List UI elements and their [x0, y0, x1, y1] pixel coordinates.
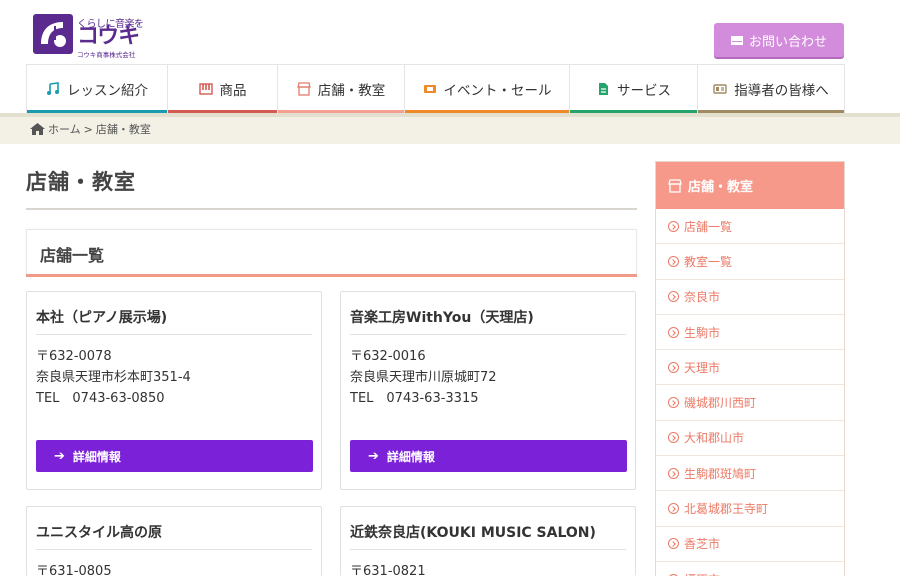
nav-label: イベント・セール: [443, 83, 552, 99]
section-title: 店舗一覧: [40, 246, 105, 265]
shop-card: 本社（ピアノ展示場) 〒632-0078 奈良県天理市杉本町351-4 TEL …: [26, 291, 322, 490]
sidebar-item[interactable]: 店舗一覧: [656, 209, 844, 245]
sidebar-item-label: 北葛城郡王寺町: [684, 502, 769, 517]
piano-icon: [198, 83, 213, 95]
shop-icon: [668, 178, 682, 193]
shop-icon: [296, 82, 311, 96]
sidebar-item[interactable]: 磯城郡川西町: [656, 385, 844, 421]
sidebar: 店舗・教室 店舗一覧教室一覧奈良市生駒市天理市磯城郡川西町 大和郡山市生駒郡斑鳩町…: [655, 161, 845, 576]
circle-arrow-icon: [668, 503, 679, 515]
shop-tel: TEL 0743-63-3315: [350, 391, 479, 406]
site-logo[interactable]: くらしに音楽を コウキ コウキ商事株式会社: [33, 14, 145, 59]
circle-arrow-icon: [668, 467, 679, 479]
id-card-icon: [713, 84, 727, 94]
mail-icon: [730, 35, 743, 45]
shop-address: 奈良県天理市杉本町351-4: [36, 370, 191, 385]
detail-button[interactable]: ➔ 詳細情報: [350, 440, 627, 472]
shop-address: 奈良県天理市川原城町72: [350, 370, 497, 385]
nav-label: 商品: [219, 83, 247, 99]
arrow-right-icon: ➔: [54, 448, 65, 464]
nav-item-events[interactable]: イベント・セール: [405, 65, 570, 114]
nav-item-products[interactable]: 商品: [168, 65, 278, 114]
nav-item-services[interactable]: サービス: [570, 65, 698, 114]
sidebar-item-label: 奈良市: [684, 290, 721, 305]
card-divider: [350, 334, 626, 335]
document-icon: [599, 83, 608, 95]
sidebar-item[interactable]: 大和郡山市: [656, 421, 844, 457]
circle-arrow-icon: [668, 326, 679, 338]
sidebar-item[interactable]: 教室一覧: [656, 244, 844, 280]
global-nav: レッスン紹介 商品 店舗・教室 イベント・セール サービス 指導者の皆様へ: [26, 64, 845, 114]
arrow-right-icon: ➔: [368, 448, 379, 464]
sidebar-list: 店舗一覧教室一覧奈良市生駒市天理市磯城郡川西町 大和郡山市生駒郡斑鳩町 北葛城郡王寺…: [656, 209, 844, 576]
sidebar-item-label: 生駒郡斑鳩町: [684, 466, 757, 481]
sidebar-item[interactable]: 橿原市: [656, 562, 844, 576]
shop-name: 本社（ピアノ展示場): [36, 310, 168, 326]
title-divider: [26, 208, 637, 210]
sidebar-item[interactable]: 奈良市: [656, 280, 844, 315]
shop-zip: 〒632-0016: [350, 349, 426, 364]
nav-item-lessons[interactable]: レッスン紹介: [27, 65, 168, 114]
sidebar-item[interactable]: 天理市: [656, 350, 844, 386]
shop-card: ユニスタイル高の原 〒631-0805: [26, 506, 322, 576]
shop-card: 音楽工房WithYou（天理店) 〒632-0016 奈良県天理市川原城町72 …: [340, 291, 636, 490]
detail-label: 詳細情報: [386, 449, 435, 464]
shop-card: 近鉄奈良店(KOUKI MUSIC SALON) 〒631-0821: [340, 506, 636, 576]
logo-mark-icon: [33, 14, 73, 54]
ticket-icon: [423, 85, 436, 93]
shop-zip: 〒631-0821: [350, 564, 426, 576]
breadcrumb-home[interactable]: ホーム: [48, 121, 81, 137]
sidebar-item-label: 店舗一覧: [684, 219, 733, 234]
nav-item-instructors[interactable]: 指導者の皆様へ: [698, 65, 844, 114]
circle-arrow-icon: [668, 432, 679, 444]
sidebar-item-label: 橿原市: [684, 571, 720, 576]
logo-name: コウキ: [77, 24, 140, 49]
breadcrumb-separator: >: [83, 122, 93, 136]
sidebar-item-label: 生駒市: [684, 325, 721, 340]
circle-arrow-icon: [668, 397, 679, 409]
shop-zip: 〒631-0805: [36, 564, 112, 576]
nav-item-shops[interactable]: 店舗・教室: [278, 65, 405, 114]
home-icon[interactable]: [30, 123, 45, 135]
detail-button[interactable]: ➔ 詳細情報: [36, 440, 313, 472]
shop-zip: 〒632-0078: [36, 349, 112, 364]
circle-arrow-icon: [668, 220, 679, 232]
logo-company: コウキ商事株式会社: [77, 51, 136, 59]
shop-name: 近鉄奈良店(KOUKI MUSIC SALON): [350, 525, 596, 541]
circle-arrow-icon: [668, 538, 679, 550]
breadcrumb-current: 店舗・教室: [95, 123, 151, 136]
sidebar-item[interactable]: 生駒郡斑鳩町: [656, 456, 844, 492]
sidebar-item[interactable]: 北葛城郡王寺町: [656, 491, 844, 527]
sidebar-item-label: 磯城郡川西町: [684, 396, 757, 411]
contact-button[interactable]: お問い合わせ: [714, 23, 844, 57]
detail-label: 詳細情報: [72, 449, 121, 464]
shop-tel: TEL 0743-63-0850: [36, 391, 165, 406]
sidebar-item-label: 大和郡山市: [684, 431, 745, 446]
section-header: 店舗一覧: [26, 229, 637, 277]
music-note-icon: [47, 82, 59, 95]
sidebar-item[interactable]: 生駒市: [656, 315, 844, 351]
card-divider: [36, 334, 312, 335]
nav-label: レッスン紹介: [67, 83, 148, 99]
circle-arrow-icon: [668, 361, 679, 373]
sidebar-item-label: 香芝市: [684, 537, 721, 552]
shop-name: ユニスタイル高の原: [36, 525, 162, 541]
card-divider: [36, 549, 312, 550]
sidebar-item-label: 教室一覧: [684, 254, 733, 269]
nav-label: サービス: [617, 83, 671, 99]
sidebar-heading-label: 店舗・教室: [688, 180, 754, 195]
nav-label: 指導者の皆様へ: [734, 83, 829, 99]
circle-arrow-icon: [668, 291, 679, 303]
card-divider: [350, 549, 626, 550]
contact-label: お問い合わせ: [748, 34, 827, 50]
shop-name: 音楽工房WithYou（天理店): [350, 310, 534, 326]
sidebar-heading: 店舗・教室: [656, 162, 844, 209]
circle-arrow-icon: [668, 255, 679, 267]
page-title: 店舗・教室: [26, 170, 136, 194]
nav-label: 店舗・教室: [317, 83, 386, 99]
sidebar-item-label: 天理市: [684, 360, 721, 375]
sidebar-item[interactable]: 香芝市: [656, 527, 844, 562]
breadcrumb: ホーム > 店舗・教室: [30, 121, 151, 137]
